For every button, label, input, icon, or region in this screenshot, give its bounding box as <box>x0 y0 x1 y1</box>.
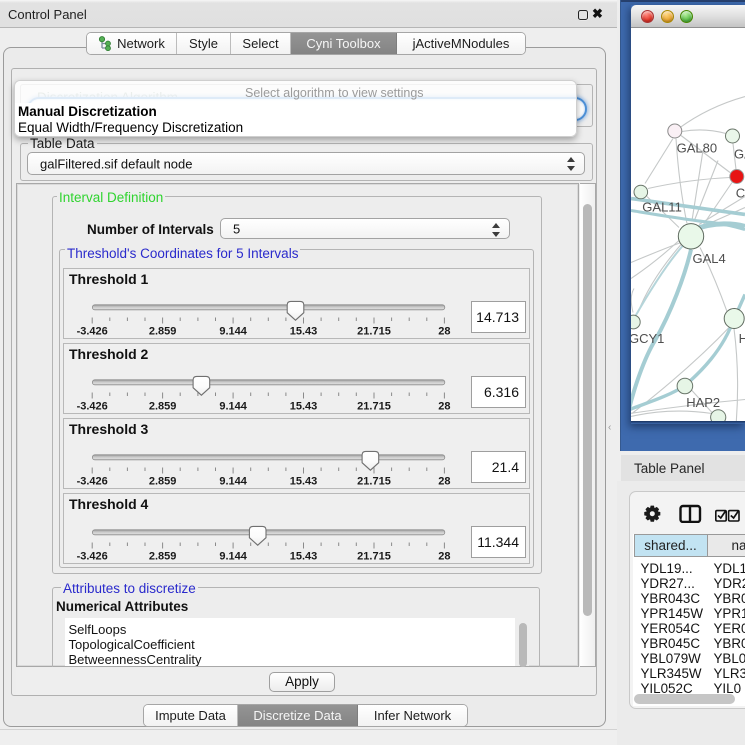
svg-text:21.715: 21.715 <box>357 325 391 337</box>
svg-text:28: 28 <box>438 400 450 412</box>
svg-text:-3.426: -3.426 <box>77 325 108 337</box>
svg-text:C: C <box>736 186 745 201</box>
svg-text:-3.426: -3.426 <box>77 475 108 487</box>
svg-text:-3.426: -3.426 <box>77 550 108 562</box>
svg-text:2.859: 2.859 <box>149 550 177 562</box>
svg-text:-3.426: -3.426 <box>77 400 108 412</box>
svg-text:GCY1: GCY1 <box>631 331 664 346</box>
svg-text:28: 28 <box>438 550 450 562</box>
svg-text:15.43: 15.43 <box>290 475 318 487</box>
svg-text:GAL80: GAL80 <box>677 141 717 156</box>
svg-text:9.144: 9.144 <box>219 325 247 337</box>
svg-text:GAL11: GAL11 <box>642 200 682 215</box>
svg-text:28: 28 <box>438 475 450 487</box>
svg-text:21.715: 21.715 <box>357 550 391 562</box>
svg-text:15.43: 15.43 <box>290 400 318 412</box>
svg-text:9.144: 9.144 <box>219 400 247 412</box>
svg-text:GA: GA <box>734 147 745 162</box>
svg-text:GAL4: GAL4 <box>693 251 726 266</box>
svg-text:28: 28 <box>438 325 450 337</box>
svg-text:21.715: 21.715 <box>357 400 391 412</box>
svg-text:HAP2: HAP2 <box>686 395 720 410</box>
svg-text:2.859: 2.859 <box>149 325 177 337</box>
svg-text:H: H <box>739 331 745 346</box>
svg-text:15.43: 15.43 <box>290 325 318 337</box>
svg-text:15.43: 15.43 <box>290 550 318 562</box>
svg-text:9.144: 9.144 <box>219 550 247 562</box>
svg-text:2.859: 2.859 <box>149 400 177 412</box>
svg-text:9.144: 9.144 <box>219 475 247 487</box>
svg-text:21.715: 21.715 <box>357 475 391 487</box>
svg-text:2.859: 2.859 <box>149 475 177 487</box>
